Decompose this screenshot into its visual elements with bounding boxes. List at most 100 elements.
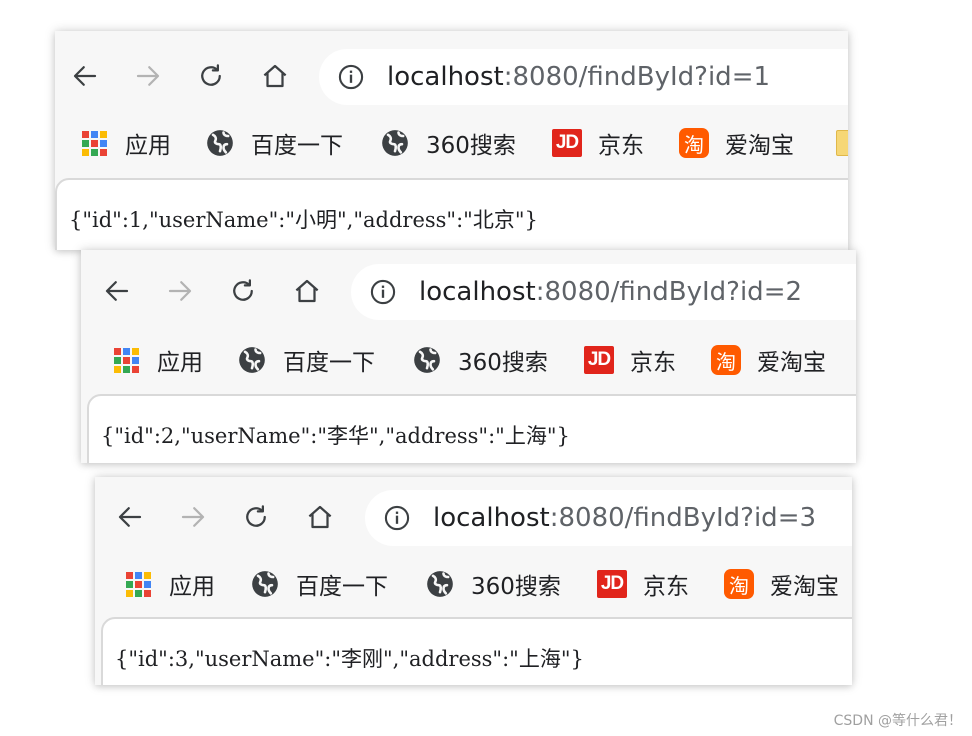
taobao-logo-icon: 淘: [679, 128, 709, 158]
reload-button[interactable]: [238, 499, 274, 535]
info-icon[interactable]: [383, 504, 411, 532]
bookmark-label: 京东: [630, 350, 676, 376]
bookmarks-bar: 应用 百度一下 360搜索 JD 京东 淘 爱淘宝: [55, 119, 848, 167]
globe-icon: [427, 571, 453, 597]
bookmark-360[interactable]: 360搜索: [380, 125, 516, 161]
bookmark-taobao[interactable]: 淘 爱淘宝: [679, 125, 794, 161]
bookmark-label: 百度一下: [283, 350, 375, 376]
url-text[interactable]: localhost:8080/findById?id=3: [433, 500, 816, 536]
home-icon: [263, 64, 287, 88]
info-icon[interactable]: [337, 63, 365, 91]
url-text[interactable]: localhost:8080/findById?id=1: [387, 59, 770, 95]
bookmark-label: 百度一下: [296, 574, 388, 600]
globe-icon: [207, 130, 233, 156]
browser-toolbar: localhost:8080/findById?id=2: [81, 250, 856, 334]
address-bar[interactable]: localhost:8080/findById?id=2: [351, 264, 856, 320]
bookmark-jd[interactable]: JD 京东: [597, 566, 689, 602]
bookmark-baidu[interactable]: 百度一下: [205, 125, 343, 161]
bookmark-label: 爱淘宝: [770, 574, 839, 600]
forward-arrow-icon: [181, 507, 205, 527]
json-response: {"id":3,"userName":"李刚","address":"上海"}: [115, 647, 584, 671]
page-content: {"id":3,"userName":"李刚","address":"上海"}: [101, 617, 852, 685]
bookmark-360[interactable]: 360搜索: [425, 566, 561, 602]
reload-button[interactable]: [193, 58, 229, 94]
bookmark-label: 百度一下: [251, 133, 343, 159]
browser-window-1: localhost:8080/findById?id=1 应用 百度一下 360…: [55, 31, 848, 250]
json-response: {"id":2,"userName":"李华","address":"上海"}: [101, 424, 570, 448]
url-path: :8080/findById?id=2: [535, 277, 803, 307]
home-icon: [308, 505, 332, 529]
jd-logo-icon: JD: [584, 346, 614, 374]
bookmark-label: 爱淘宝: [725, 133, 794, 159]
bookmark-jd[interactable]: JD 京东: [584, 342, 676, 378]
address-bar[interactable]: localhost:8080/findById?id=1: [319, 49, 848, 105]
apps-grid-icon: [125, 571, 151, 597]
bookmark-label: 应用: [157, 350, 203, 376]
bookmark-apps[interactable]: 应用: [79, 125, 171, 161]
folder-icon: [836, 130, 848, 156]
reload-button[interactable]: [225, 273, 261, 309]
bookmark-label: 360搜索: [426, 133, 516, 159]
globe-icon: [382, 130, 408, 156]
back-arrow-icon: [73, 66, 97, 86]
jd-logo-icon: JD: [597, 570, 627, 598]
json-response: {"id":1,"userName":"小明","address":"北京"}: [69, 208, 538, 232]
page-content: {"id":2,"userName":"李华","address":"上海"}: [87, 394, 856, 463]
bookmark-taobao[interactable]: 淘 爱淘宝: [724, 566, 839, 602]
home-icon: [295, 279, 319, 303]
bookmark-jd[interactable]: JD 京东: [552, 125, 644, 161]
forward-arrow-icon: [136, 66, 160, 86]
page-content: {"id":1,"userName":"小明","address":"北京"}: [55, 178, 848, 250]
bookmarks-bar: 应用 百度一下 360搜索 JD 京东 淘 爱淘宝: [81, 336, 856, 384]
reload-icon: [201, 64, 221, 86]
reload-icon: [233, 279, 253, 301]
url-host: localhost: [387, 62, 504, 92]
url-host: localhost: [433, 503, 550, 533]
bookmark-label: 爱淘宝: [757, 350, 826, 376]
url-path: :8080/findById?id=1: [503, 62, 771, 92]
bookmark-label: 应用: [125, 133, 171, 159]
bookmark-folder[interactable]: [836, 125, 848, 161]
bookmark-taobao[interactable]: 淘 爱淘宝: [711, 342, 826, 378]
taobao-logo-icon: 淘: [711, 345, 741, 375]
home-button[interactable]: [302, 499, 338, 535]
back-arrow-icon: [118, 507, 142, 527]
url-host: localhost: [419, 277, 536, 307]
back-button[interactable]: [112, 499, 148, 535]
home-button[interactable]: [257, 58, 293, 94]
bookmark-label: 京东: [643, 574, 689, 600]
bookmarks-bar: 应用 百度一下 360搜索 JD 京东 淘 爱淘宝: [95, 560, 852, 608]
forward-button[interactable]: [130, 58, 166, 94]
forward-button[interactable]: [162, 273, 198, 309]
url-text[interactable]: localhost:8080/findById?id=2: [419, 274, 802, 310]
globe-icon: [252, 571, 278, 597]
jd-logo-icon: JD: [552, 129, 582, 157]
home-button[interactable]: [289, 273, 325, 309]
address-bar[interactable]: localhost:8080/findById?id=3: [365, 490, 852, 546]
globe-icon: [414, 347, 440, 373]
bookmark-label: 360搜索: [471, 574, 561, 600]
apps-grid-icon: [113, 347, 139, 373]
watermark: CSDN @等什么君！: [833, 713, 962, 729]
apps-grid-icon: [81, 130, 107, 156]
bookmark-baidu[interactable]: 百度一下: [237, 342, 375, 378]
bookmark-label: 应用: [169, 574, 215, 600]
browser-window-2: localhost:8080/findById?id=2 应用 百度一下 360…: [81, 250, 856, 463]
browser-toolbar: localhost:8080/findById?id=3: [95, 477, 852, 560]
bookmark-label: 京东: [598, 133, 644, 159]
taobao-logo-icon: 淘: [724, 569, 754, 599]
bookmark-label: 360搜索: [458, 350, 548, 376]
browser-window-3: localhost:8080/findById?id=3 应用 百度一下 360…: [95, 477, 852, 685]
url-path: :8080/findById?id=3: [549, 503, 817, 533]
info-icon[interactable]: [369, 278, 397, 306]
reload-icon: [246, 505, 266, 527]
forward-button[interactable]: [175, 499, 211, 535]
back-arrow-icon: [105, 281, 129, 301]
bookmark-apps[interactable]: 应用: [111, 342, 203, 378]
bookmark-360[interactable]: 360搜索: [412, 342, 548, 378]
bookmark-apps[interactable]: 应用: [123, 566, 215, 602]
back-button[interactable]: [99, 273, 135, 309]
back-button[interactable]: [67, 58, 103, 94]
forward-arrow-icon: [168, 281, 192, 301]
bookmark-baidu[interactable]: 百度一下: [250, 566, 388, 602]
